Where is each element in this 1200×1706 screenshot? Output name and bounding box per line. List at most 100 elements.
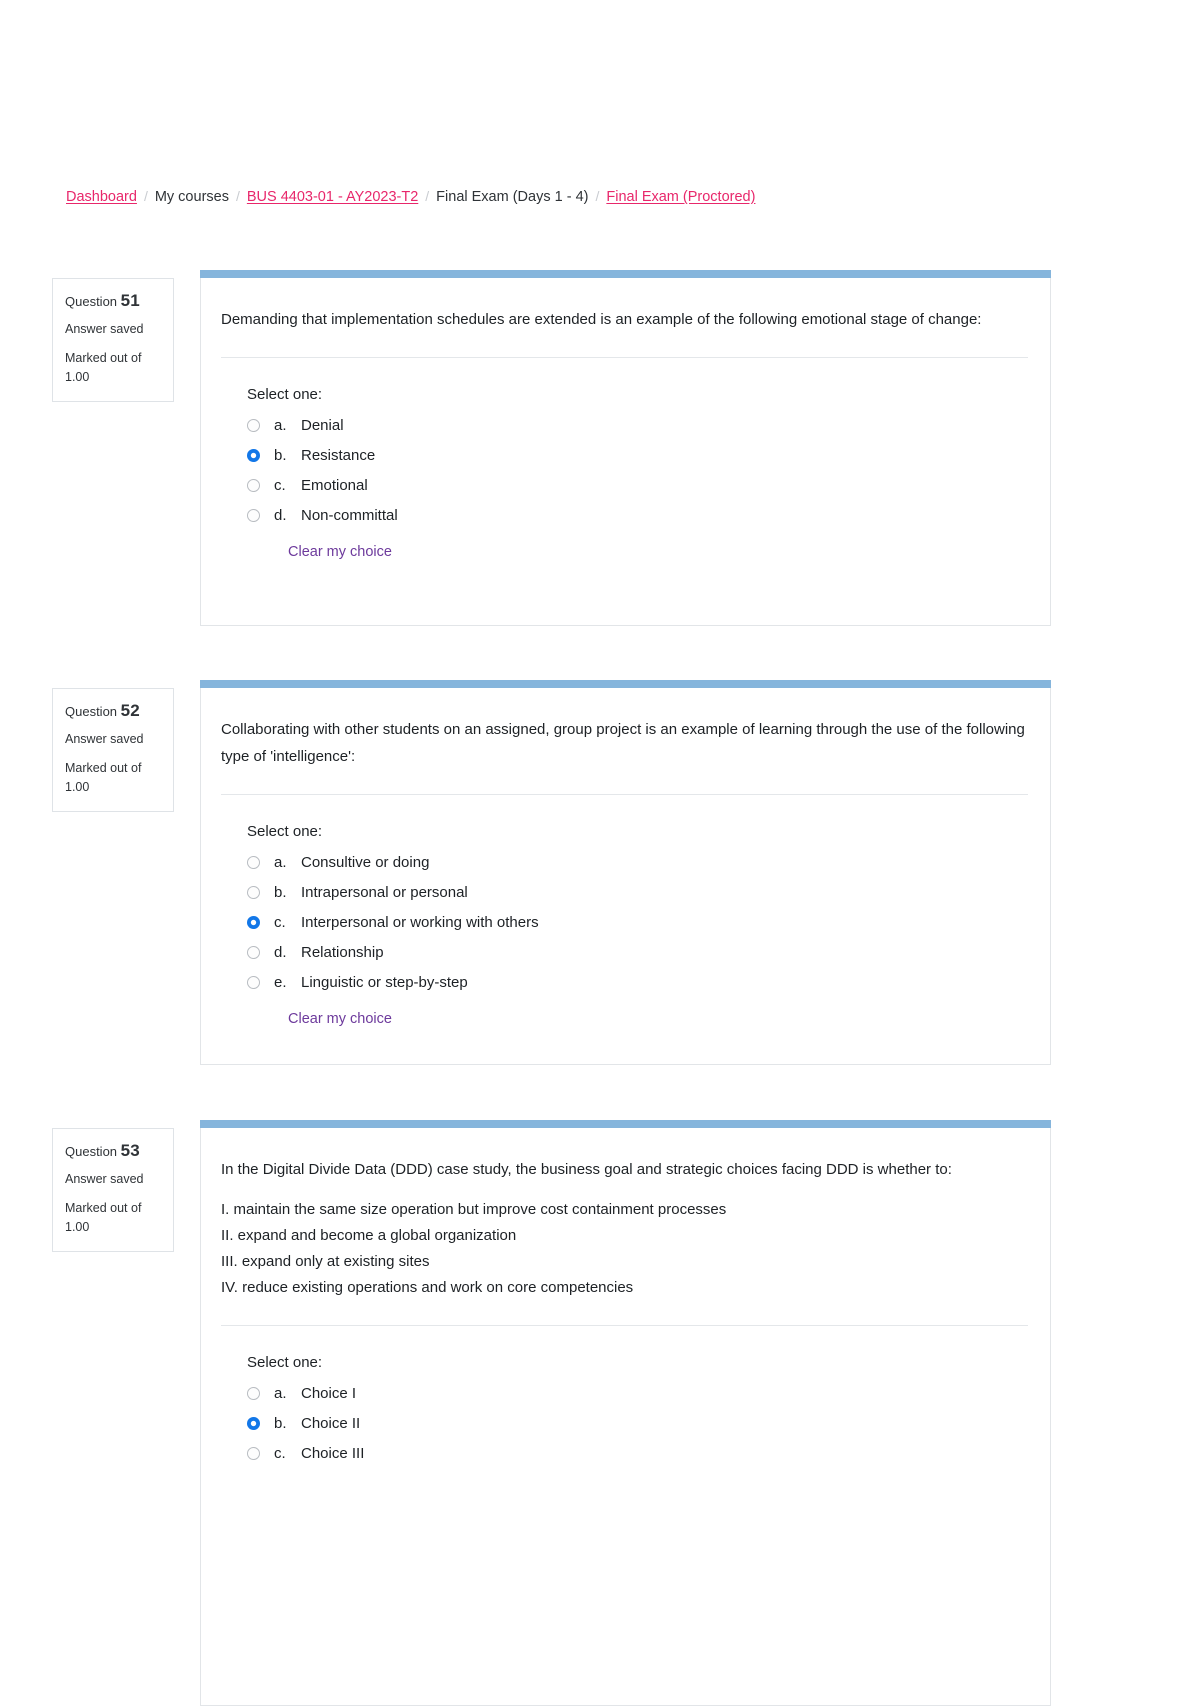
question-card: In the Digital Divide Data (DDD) case st… <box>200 1128 1051 1706</box>
radio-button-selected-icon[interactable] <box>247 1417 260 1430</box>
breadcrumb-separator: / <box>595 188 600 204</box>
answer-option[interactable]: b. Intrapersonal or personal <box>247 878 1028 908</box>
answer-option[interactable]: a. Choice I <box>247 1379 1028 1409</box>
radio-button-icon[interactable] <box>247 509 260 522</box>
radio-button-icon[interactable] <box>247 1447 260 1460</box>
question-card: Collaborating with other students on an … <box>200 688 1051 1065</box>
question-card-body: Demanding that implementation schedules … <box>201 278 1050 562</box>
answer-option-label: Choice I <box>301 1385 357 1402</box>
answer-option[interactable]: c. Choice III <box>247 1439 1028 1469</box>
radio-button-selected-icon[interactable] <box>247 449 260 462</box>
breadcrumb-item-5[interactable]: Final Exam (Proctored) <box>606 189 755 205</box>
select-one-label: Select one: <box>247 823 323 840</box>
radio-button-icon[interactable] <box>247 976 260 989</box>
select-one-label: Select one: <box>247 386 323 403</box>
question-state: Answer saved <box>65 322 144 336</box>
question-info-box: Question 53 Answer saved Marked out of 1.0… <box>52 1128 174 1252</box>
question-stem-item: III. expand only at existing sites <box>221 1253 430 1270</box>
breadcrumb-separator: / <box>235 188 240 204</box>
radio-button-icon[interactable] <box>247 886 260 899</box>
question-word: Question <box>65 1144 118 1159</box>
answer-option[interactable]: e. Linguistic or step-by-step <box>247 968 1028 998</box>
question-text: In the Digital Divide Data (DDD) case st… <box>221 1161 952 1178</box>
question-state: Answer saved <box>65 1172 144 1186</box>
radio-button-selected-icon[interactable] <box>247 916 260 929</box>
marked-out-of-label: Marked out of <box>65 351 142 365</box>
question-card: Demanding that implementation schedules … <box>200 278 1051 626</box>
question-number: 51 <box>120 291 140 310</box>
answer-option-label: Relationship <box>301 944 384 961</box>
marked-out-of-label: Marked out of <box>65 1201 142 1215</box>
answer-option-letter: c. <box>274 1445 286 1462</box>
answer-option[interactable]: b. Choice II <box>247 1409 1028 1439</box>
answer-option-label: Denial <box>301 417 344 434</box>
question-stem-item: I. maintain the same size operation but … <box>221 1201 727 1218</box>
breadcrumb: Dashboard / My courses / BUS 4403-01 - AY202… <box>66 186 755 207</box>
question-text: Demanding that implementation schedules … <box>221 311 982 328</box>
radio-button-icon[interactable] <box>247 946 260 959</box>
question-stem-item: IV. reduce existing operations and work … <box>221 1279 634 1296</box>
breadcrumb-separator: / <box>425 188 430 204</box>
answer-option[interactable]: a. Denial <box>247 411 1028 441</box>
question-word: Question <box>65 294 118 309</box>
answer-option-letter: d. <box>274 944 287 961</box>
question-info-box: Question 51 Answer saved Marked out of 1.0… <box>52 278 174 402</box>
answer-option-letter: c. <box>274 477 286 494</box>
answer-option-label: Interpersonal or working with others <box>301 914 539 931</box>
answer-option-label: Non-committal <box>301 507 398 524</box>
question-stem-item: II. expand and become a global organizat… <box>221 1227 517 1244</box>
answer-option-label: Resistance <box>301 447 376 464</box>
answer-option[interactable]: c. Interpersonal or working with others <box>247 908 1028 938</box>
radio-button-icon[interactable] <box>247 1387 260 1400</box>
answer-option-label: Emotional <box>301 477 368 494</box>
answer-option-letter: d. <box>274 507 287 524</box>
clear-my-choice-link[interactable]: Clear my choice <box>288 1009 392 1029</box>
answer-option[interactable]: d. Non-committal <box>247 501 1028 531</box>
breadcrumb-item-4: Final Exam (Days 1 - 4) <box>436 189 589 205</box>
radio-button-icon[interactable] <box>247 479 260 492</box>
answer-option[interactable]: a. Consultive or doing <box>247 848 1028 878</box>
question-state: Answer saved <box>65 732 144 746</box>
marked-out-of-value: 1.00 <box>65 370 90 384</box>
breadcrumb-item-3[interactable]: BUS 4403-01 - AY2023-T2 <box>247 189 418 205</box>
answer-options-group: Select one: a. Denial b. Resistance c. Emotion… <box>221 358 1028 562</box>
question-card-accent-bar <box>200 270 1051 278</box>
answer-option-letter: a. <box>274 417 287 434</box>
radio-button-icon[interactable] <box>247 856 260 869</box>
clear-my-choice-link[interactable]: Clear my choice <box>288 542 392 562</box>
answer-option-label: Choice III <box>301 1445 365 1462</box>
answer-option-label: Intrapersonal or personal <box>301 884 468 901</box>
question-card-body: Collaborating with other students on an … <box>201 688 1050 1029</box>
breadcrumb-item-1[interactable]: Dashboard <box>66 189 137 205</box>
marked-out-of-label: Marked out of <box>65 761 142 775</box>
question-word: Question <box>65 704 118 719</box>
answer-option-letter: b. <box>274 1415 287 1432</box>
breadcrumb-separator: / <box>143 188 148 204</box>
question-info-box: Question 52 Answer saved Marked out of 1.0… <box>52 688 174 812</box>
question-grade: Marked out of 1.00 <box>65 759 161 797</box>
breadcrumb-item-2: My courses <box>154 189 229 205</box>
question-card-body: In the Digital Divide Data (DDD) case st… <box>201 1128 1050 1469</box>
question-card-accent-bar <box>200 680 1051 688</box>
answer-option-letter: e. <box>274 974 287 991</box>
question-stem-list: I. maintain the same size operation but … <box>221 1197 1028 1301</box>
answer-options-group: Select one: a. Consultive or doing b. Intrap… <box>221 795 1028 1029</box>
answer-option-letter: b. <box>274 884 287 901</box>
question-number: 52 <box>120 701 140 720</box>
answer-option-label: Choice II <box>301 1415 361 1432</box>
answer-option[interactable]: b. Resistance <box>247 441 1028 471</box>
marked-out-of-value: 1.00 <box>65 780 90 794</box>
answer-option[interactable]: d. Relationship <box>247 938 1028 968</box>
answer-options-group: Select one: a. Choice I b. Choice II c. Choice… <box>221 1326 1028 1469</box>
select-one-label: Select one: <box>247 1354 323 1371</box>
radio-button-icon[interactable] <box>247 419 260 432</box>
question-text: Collaborating with other students on an … <box>221 721 1025 765</box>
answer-option-letter: a. <box>274 854 287 871</box>
question-number-label: Question 51 <box>65 292 161 310</box>
answer-option-letter: b. <box>274 447 287 464</box>
answer-option[interactable]: c. Emotional <box>247 471 1028 501</box>
question-grade: Marked out of 1.00 <box>65 1199 161 1237</box>
question-card-accent-bar <box>200 1120 1051 1128</box>
question-grade: Marked out of 1.00 <box>65 349 161 387</box>
answer-option-letter: a. <box>274 1385 287 1402</box>
